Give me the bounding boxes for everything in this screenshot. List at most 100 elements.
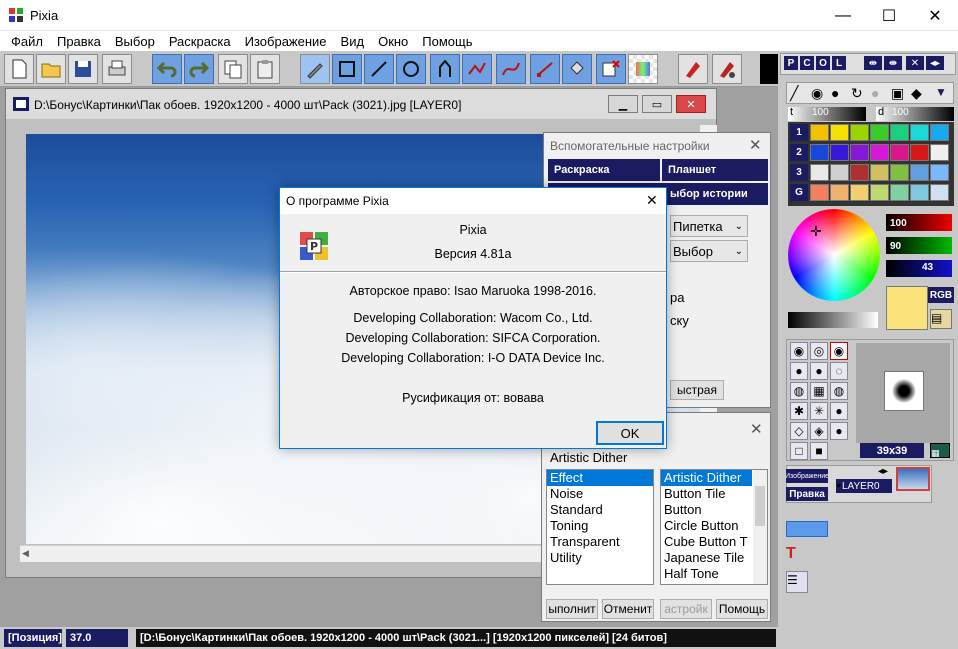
palette-swatch[interactable] (930, 184, 949, 201)
layer-brush-icon[interactable]: ▣ (891, 85, 904, 102)
layer-arrows-icon[interactable]: ◂▸ (878, 466, 888, 477)
freehand-tool-button[interactable] (530, 54, 560, 84)
palette-row-label[interactable]: G (790, 184, 808, 201)
effect-list-scrollbar[interactable] (753, 470, 767, 584)
palette-row-label[interactable]: 2 (790, 144, 808, 161)
line-tool-button[interactable] (364, 54, 394, 84)
rectangle-tool-button[interactable] (332, 54, 362, 84)
density-slider[interactable]: d 100 (876, 106, 954, 121)
menu-view[interactable]: Вид (334, 34, 372, 49)
polygon-tool-button[interactable] (430, 54, 460, 84)
blue-channel-slider[interactable]: 43 (886, 260, 952, 277)
palette-swatch[interactable] (830, 124, 849, 141)
flip-horizontal-button[interactable]: ⇹ (864, 56, 882, 70)
tab-color[interactable]: C (800, 56, 814, 70)
layer-visible-icon[interactable]: ● (836, 480, 841, 490)
filter-category-list[interactable]: Effect Noise Standard Toning Transparent… (546, 469, 654, 585)
rotate-brush-icon[interactable]: ↻ (851, 85, 863, 102)
palette-swatch[interactable] (890, 184, 909, 201)
brush-shape-icon[interactable]: ▦ (810, 382, 828, 400)
filter-close-icon[interactable]: ✕ (750, 420, 763, 438)
list-item[interactable]: Artistic Dither (661, 470, 752, 486)
paint-mode-alt-button[interactable] (712, 54, 742, 84)
palette-swatch[interactable] (850, 164, 869, 181)
color-folder-button[interactable]: ▤ (930, 309, 952, 329)
help-button[interactable]: Помощь (716, 599, 768, 619)
list-item[interactable]: Effect (547, 470, 653, 486)
doc-minimize-button[interactable]: ▁ (608, 95, 638, 113)
brush-shape-icon[interactable]: ● (810, 362, 828, 380)
palette-swatch[interactable] (890, 144, 909, 161)
copy-button[interactable] (218, 54, 248, 84)
palette-swatch[interactable] (810, 144, 829, 161)
layer-thumbnail[interactable] (896, 467, 930, 491)
brush-shape-icon[interactable]: ✳ (810, 402, 828, 420)
brush-shape-icon[interactable]: ● (830, 402, 848, 420)
palette-row-label[interactable]: 1 (790, 124, 808, 141)
list-item[interactable]: Japanese Tile (661, 550, 752, 566)
print-button[interactable] (102, 54, 132, 84)
eraser-icon[interactable]: ◆ (911, 85, 922, 102)
palette-swatch[interactable] (930, 124, 949, 141)
transparency-button[interactable] (628, 54, 658, 84)
gray-slider[interactable] (788, 312, 878, 328)
brush-shape-icon[interactable]: ◌ (830, 362, 848, 380)
palette-swatch[interactable] (870, 144, 889, 161)
brush-shape-icon[interactable]: ◈ (810, 422, 828, 440)
layer-color-button[interactable] (786, 521, 828, 537)
save-button[interactable] (68, 54, 98, 84)
list-item[interactable]: Half Tone (661, 566, 752, 582)
doc-close-button[interactable]: ✕ (676, 95, 706, 113)
filter-effect-list[interactable]: Artistic Dither Button Tile Button Circl… (660, 469, 768, 585)
brush-shape-icon[interactable]: □ (790, 442, 808, 460)
selection-select[interactable]: Выбор ⌄ (670, 240, 748, 262)
new-file-button[interactable] (4, 54, 34, 84)
list-item[interactable]: Standard (547, 502, 653, 518)
curve-tool-button[interactable] (462, 54, 492, 84)
brush-shape-icon[interactable]: ◍ (830, 382, 848, 400)
menu-select[interactable]: Выбор (108, 34, 162, 49)
thickness-slider[interactable]: t 100 (788, 106, 866, 121)
menu-image[interactable]: Изображение (238, 34, 334, 49)
redo-button[interactable] (184, 54, 214, 84)
layer-list-button[interactable]: ☰ (786, 571, 808, 593)
green-channel-slider[interactable]: 90 (886, 237, 952, 254)
blob-brush-icon[interactable]: ● (831, 85, 839, 101)
tab-options[interactable]: O (816, 56, 830, 70)
list-item[interactable]: Noise (547, 486, 653, 502)
about-close-icon[interactable]: ✕ (646, 192, 658, 209)
palette-swatch[interactable] (810, 164, 829, 181)
pen-brush-icon[interactable]: ╱ (790, 85, 798, 102)
fill-tool-button[interactable] (562, 54, 592, 84)
cancel-button[interactable]: Отменит (602, 599, 654, 619)
undo-button[interactable] (152, 54, 182, 84)
list-item[interactable]: Utility (547, 550, 653, 566)
brush-shape-icon[interactable]: ● (830, 422, 848, 440)
helper-close-icon[interactable]: ✕ (749, 136, 762, 154)
scroll-left-icon[interactable]: ◀ (22, 548, 29, 559)
image-layer-tab[interactable]: Изображение (786, 469, 828, 483)
list-item[interactable]: Transparent (547, 534, 653, 550)
brush-dropdown-icon[interactable]: ▼ (935, 85, 947, 99)
pen-tool-button[interactable] (300, 54, 330, 84)
paste-button[interactable] (250, 54, 280, 84)
panel-close-button[interactable]: ✕ (906, 56, 924, 70)
list-item[interactable]: Circle Button (661, 518, 752, 534)
ellipse-tool-button[interactable] (396, 54, 426, 84)
menu-help[interactable]: Помощь (415, 34, 479, 49)
palette-swatch[interactable] (830, 164, 849, 181)
palette-swatch[interactable] (870, 164, 889, 181)
brush-grid-button[interactable]: ▦ (930, 443, 950, 458)
palette-row-label[interactable]: 3 (790, 164, 808, 181)
palette-swatch[interactable] (810, 124, 829, 141)
clear-button[interactable] (596, 54, 626, 84)
brush-shape-icon[interactable]: ◇ (790, 422, 808, 440)
brush-shape-icon[interactable]: ◍ (790, 382, 808, 400)
tab-palette[interactable]: P (784, 56, 798, 70)
palette-swatch[interactable] (850, 144, 869, 161)
panel-swap-button[interactable]: ◂▸ (926, 56, 944, 70)
tab-layers[interactable]: L (832, 56, 846, 70)
palette-swatch[interactable] (890, 124, 909, 141)
menu-window[interactable]: Окно (371, 34, 415, 49)
execute-button[interactable]: ыполнит (546, 599, 598, 619)
